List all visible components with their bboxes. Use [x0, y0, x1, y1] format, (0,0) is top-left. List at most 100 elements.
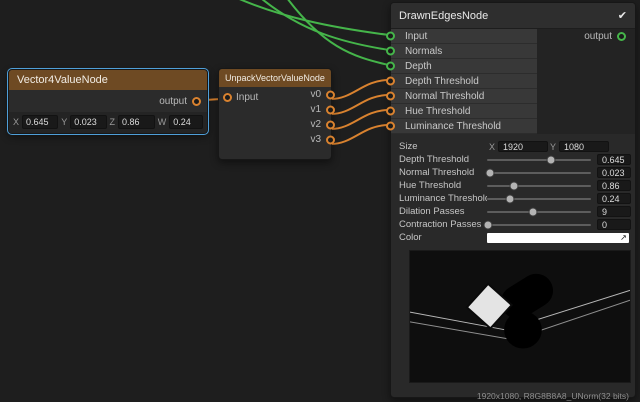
- v3-port-icon[interactable]: [326, 135, 335, 144]
- node-graph-canvas[interactable]: Vector4ValueNode output X 0.645 Y 0.023 …: [0, 0, 640, 402]
- contraction-passes-slider[interactable]: [487, 219, 591, 230]
- wire-normals[interactable]: [256, 0, 389, 50]
- input-port-label: Input: [405, 31, 427, 42]
- wire-v0-depth-threshold[interactable]: [331, 80, 389, 99]
- color-expand-icon[interactable]: ↗: [618, 233, 629, 243]
- luminance-threshold-value-field[interactable]: 0.24: [597, 193, 631, 204]
- hue-threshold-slider[interactable]: [487, 180, 591, 191]
- normal-threshold-value-field[interactable]: 0.023: [597, 167, 631, 178]
- input-row-depth-threshold[interactable]: Depth Threshold: [391, 74, 537, 89]
- wire-v3-luminance-threshold[interactable]: [331, 125, 389, 144]
- input-row-input[interactable]: Input: [391, 29, 537, 44]
- color-swatch[interactable]: ↗: [487, 233, 629, 243]
- prop-row-depth-threshold: Depth Threshold 0.645: [399, 153, 631, 166]
- depth-threshold-slider[interactable]: [487, 154, 591, 165]
- contraction-passes-label: Contraction Passes: [399, 219, 487, 230]
- unpack-input-label: Input: [236, 92, 258, 103]
- size-x-field[interactable]: 1920: [498, 141, 548, 152]
- luminance-threshold-port-label: Luminance Threshold: [405, 121, 501, 132]
- unpack-node-header[interactable]: UnpackVectorValueNode: [219, 69, 331, 87]
- normal-threshold-port-icon[interactable]: [386, 92, 395, 101]
- wire-depth[interactable]: [284, 0, 389, 65]
- node-vector4valuenode[interactable]: Vector4ValueNode output X 0.645 Y 0.023 …: [8, 69, 208, 134]
- hue-threshold-label: Hue Threshold: [399, 180, 487, 191]
- drawn-edges-header[interactable]: DrawnEdgesNode ✔: [391, 3, 635, 29]
- wire-v2-hue-threshold[interactable]: [331, 110, 389, 129]
- x-field[interactable]: X 0.645: [13, 115, 58, 129]
- drawn-edges-inputs: Input Normals Depth Depth Threshold Norm…: [391, 29, 537, 134]
- normals-port-icon[interactable]: [386, 47, 395, 56]
- wire-input[interactable]: [228, 0, 389, 35]
- normal-threshold-port-label: Normal Threshold: [405, 91, 484, 102]
- z-field-value[interactable]: 0.86: [118, 115, 155, 129]
- vector4-fields-row: X 0.645 Y 0.023 Z 0.86 W 0.24: [9, 112, 207, 133]
- w-field-label: W: [158, 117, 167, 127]
- z-field-label: Z: [110, 117, 116, 127]
- prop-row-normal-threshold: Normal Threshold 0.023: [399, 166, 631, 179]
- unpack-input-row: Input: [223, 92, 258, 103]
- size-label: Size: [399, 141, 487, 152]
- node-unpackvectorvaluenode[interactable]: UnpackVectorValueNode Input v0 v1 v2: [218, 68, 332, 160]
- input-row-hue-threshold[interactable]: Hue Threshold: [391, 104, 537, 119]
- size-y-field[interactable]: 1080: [559, 141, 609, 152]
- v1-port-icon[interactable]: [326, 105, 335, 114]
- input-row-luminance-threshold[interactable]: Luminance Threshold: [391, 119, 537, 134]
- unpack-input-port-icon[interactable]: [223, 93, 232, 102]
- hue-threshold-port-icon[interactable]: [386, 107, 395, 116]
- preview-format-caption: 1920x1080, R8G8B8A8_UNorm(32 bits): [391, 391, 629, 401]
- wire-v1-normal-threshold[interactable]: [331, 95, 389, 114]
- output-port-icon[interactable]: [617, 32, 626, 41]
- depth-threshold-port-label: Depth Threshold: [405, 76, 479, 87]
- input-row-normals[interactable]: Normals: [391, 44, 537, 59]
- input-row-normal-threshold[interactable]: Normal Threshold: [391, 89, 537, 104]
- node-drawnedgesnode[interactable]: DrawnEdgesNode ✔ Input Normals Depth: [390, 2, 636, 398]
- z-field[interactable]: Z 0.86: [110, 115, 155, 129]
- slider-track: [487, 224, 591, 226]
- hue-threshold-port-label: Hue Threshold: [405, 106, 470, 117]
- preview-sphere-shape: [504, 311, 542, 348]
- hue-threshold-value-field[interactable]: 0.86: [597, 180, 631, 191]
- depth-threshold-port-icon[interactable]: [386, 77, 395, 86]
- size-x-label: X: [489, 142, 495, 152]
- slider-handle[interactable]: [484, 220, 493, 229]
- w-field-value[interactable]: 0.24: [169, 115, 203, 129]
- vector4-output-port-icon[interactable]: [192, 97, 201, 106]
- slider-handle[interactable]: [505, 194, 514, 203]
- slider-handle[interactable]: [547, 155, 556, 164]
- depth-port-icon[interactable]: [386, 62, 395, 71]
- output-row[interactable]: output: [537, 29, 635, 44]
- w-field[interactable]: W 0.24: [158, 115, 203, 129]
- node-enabled-check-icon[interactable]: ✔: [618, 9, 627, 22]
- unpack-output-row-v2: v2: [279, 117, 331, 132]
- luminance-threshold-port-icon[interactable]: [386, 122, 395, 131]
- slider-track: [487, 198, 591, 200]
- dilation-passes-slider[interactable]: [487, 206, 591, 217]
- normal-threshold-slider[interactable]: [487, 167, 591, 178]
- prop-row-size: Size X 1920 Y 1080: [399, 140, 631, 153]
- v3-label: v3: [310, 134, 321, 145]
- vector4-output-label: output: [159, 96, 187, 107]
- drawn-edges-title: DrawnEdgesNode: [399, 10, 618, 22]
- luminance-threshold-slider[interactable]: [487, 193, 591, 204]
- contraction-passes-value-field[interactable]: 0: [597, 219, 631, 230]
- drawn-edges-properties: Size X 1920 Y 1080 Depth Threshold 0.645…: [391, 134, 635, 244]
- y-field-value[interactable]: 0.023: [70, 115, 106, 129]
- vector4-node-header[interactable]: Vector4ValueNode: [9, 70, 207, 90]
- input-row-depth[interactable]: Depth: [391, 59, 537, 74]
- v0-port-icon[interactable]: [326, 90, 335, 99]
- slider-handle[interactable]: [510, 181, 519, 190]
- vector4-output-row: output: [9, 90, 207, 112]
- slider-track: [487, 211, 591, 213]
- y-field-label: Y: [61, 117, 67, 127]
- y-field[interactable]: Y 0.023: [61, 115, 106, 129]
- depth-threshold-value-field[interactable]: 0.645: [597, 154, 631, 165]
- v2-port-icon[interactable]: [326, 120, 335, 129]
- slider-handle[interactable]: [486, 168, 495, 177]
- v0-label: v0: [310, 89, 321, 100]
- input-port-icon[interactable]: [386, 32, 395, 41]
- x-field-value[interactable]: 0.645: [22, 115, 58, 129]
- output-port-label: output: [584, 31, 612, 42]
- slider-handle[interactable]: [528, 207, 537, 216]
- slider-track: [487, 172, 591, 174]
- dilation-passes-value-field[interactable]: 9: [597, 206, 631, 217]
